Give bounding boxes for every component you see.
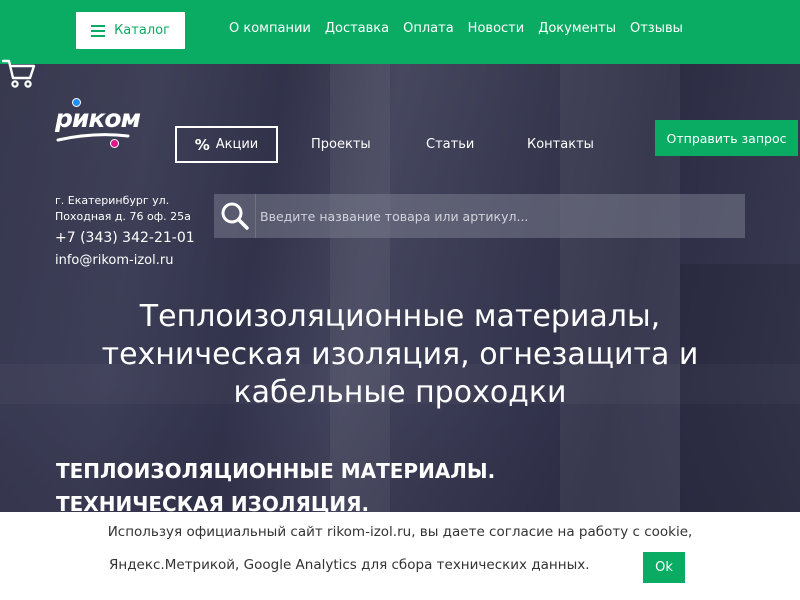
search-icon	[221, 202, 249, 230]
nav-link-news[interactable]: Новости	[468, 21, 525, 36]
nav-link-about[interactable]: О компании	[229, 21, 311, 36]
cookie-consent-banner: Используя официальный сайт rikom-izol.ru…	[0, 512, 800, 600]
logo-dot-pink	[110, 139, 119, 148]
headline-line-1: Теплоизоляционные материалы,	[139, 299, 661, 334]
email-link[interactable]: info@rikom-izol.ru	[55, 253, 173, 268]
menu-icon	[91, 24, 106, 37]
nav-link-documents[interactable]: Документы	[538, 21, 616, 36]
address-line-2: Походная д. 76 оф. 25а	[55, 210, 191, 223]
cookie-accept-button[interactable]: Ok	[643, 552, 685, 583]
nav-link-payment[interactable]: Оплата	[403, 21, 454, 36]
subheadline-line-1: ТЕПЛОИЗОЛЯЦИОННЫЕ МАТЕРИАЛЫ.	[56, 459, 496, 483]
site-logo[interactable]: риком	[54, 96, 141, 150]
percent-icon: %	[194, 135, 210, 154]
nav-link-articles[interactable]: Статьи	[426, 137, 474, 152]
nav-link-contacts[interactable]: Контакты	[527, 137, 594, 152]
sales-label: Акции	[215, 137, 259, 152]
cart-icon[interactable]	[2, 58, 36, 90]
top-nav: О компании Доставка Оплата Новости Докум…	[229, 21, 697, 36]
top-navigation-bar: Каталог О компании Доставка Оплата Новос…	[0, 0, 800, 64]
headline-line-2: техническая изоляция, огнезащита и	[101, 337, 699, 372]
nav-link-projects[interactable]: Проекты	[311, 137, 371, 152]
sales-button[interactable]: % Акции	[175, 126, 278, 163]
office-address: г. Екатеринбург ул. Походная д. 76 оф. 2…	[55, 193, 191, 225]
search-bar	[214, 194, 745, 238]
nav-link-reviews[interactable]: Отзывы	[630, 21, 683, 36]
hero-headline: Теплоизоляционные материалы, техническая…	[40, 298, 760, 412]
cookie-text-line-2: Яндекс.Метрикой, Google Analytics для сб…	[109, 557, 590, 573]
cookie-text-line-1: Используя официальный сайт rikom-izol.ru…	[107, 524, 693, 540]
catalog-button[interactable]: Каталог	[76, 12, 185, 49]
search-input[interactable]	[256, 194, 745, 238]
logo-wordmark: риком	[55, 104, 141, 133]
headline-line-3: кабельные проходки	[233, 375, 567, 410]
address-line-1: г. Екатеринбург ул.	[55, 194, 170, 207]
catalog-label: Каталог	[114, 23, 170, 38]
search-button[interactable]	[214, 194, 256, 238]
send-request-button[interactable]: Отправить запрос	[655, 120, 798, 156]
logo-swoosh	[56, 133, 130, 142]
nav-link-delivery[interactable]: Доставка	[325, 21, 389, 36]
phone-link[interactable]: +7 (343) 342-21-01	[55, 230, 195, 246]
